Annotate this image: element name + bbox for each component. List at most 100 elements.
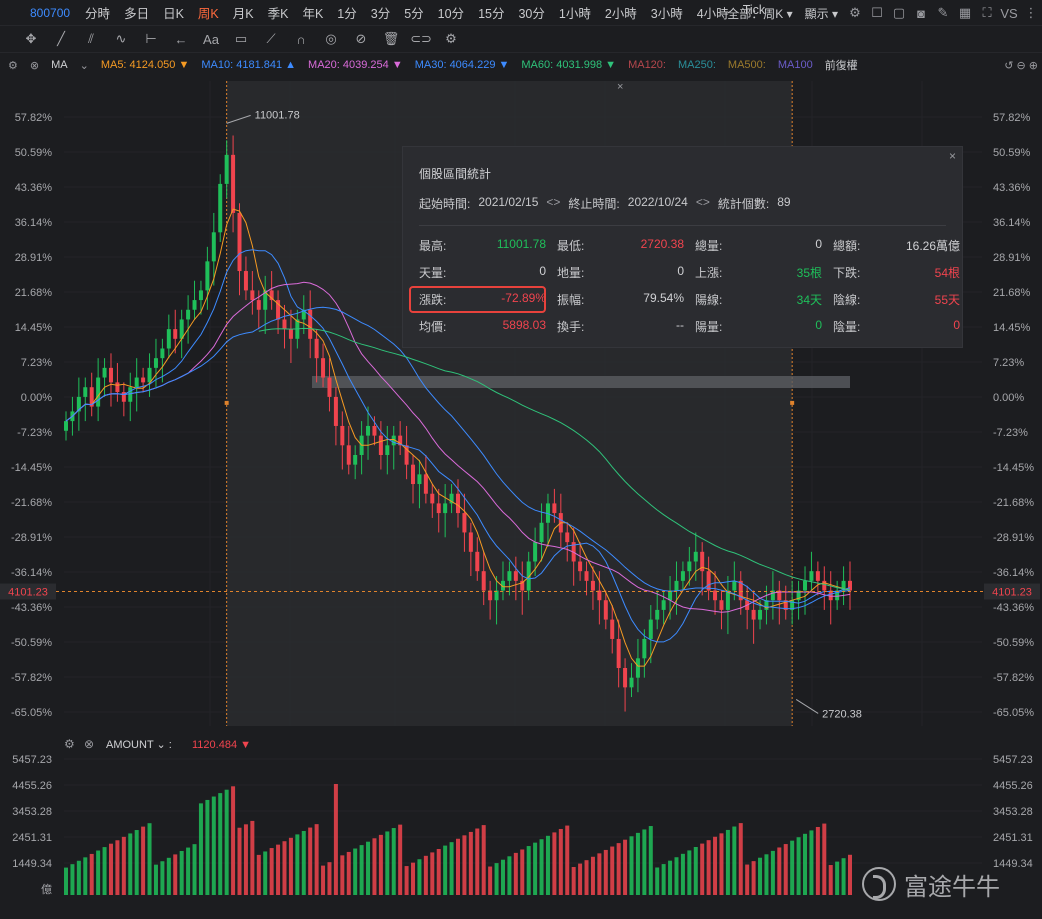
fullscreen-icon[interactable]: ⛶ — [976, 5, 998, 21]
volume-bar — [282, 841, 287, 895]
ruler-icon[interactable]: ⟋ — [260, 31, 282, 47]
channel-tool-icon[interactable]: ⫽ — [80, 31, 102, 47]
ma-legend-item[interactable]: MA20: 4039.254 ▼ — [308, 59, 403, 71]
checkbox-icon[interactable]: ☐ — [866, 5, 888, 21]
timeframe-tab[interactable]: 5分 — [397, 3, 430, 22]
chevron-down-icon[interactable]: ⌄ — [80, 59, 89, 72]
end-step-icon[interactable]: <> — [696, 195, 710, 212]
stock-code[interactable]: 800700 — [0, 6, 78, 20]
ma-legend-item[interactable]: MA100 — [778, 59, 813, 71]
ma-legend-item[interactable]: MA250: — [678, 59, 716, 71]
line-tool-icon[interactable]: ╱ — [50, 31, 72, 47]
camera-icon[interactable]: ◙ — [910, 6, 932, 21]
stat-label: 總量: — [695, 239, 723, 253]
start-step-icon[interactable]: <> — [546, 195, 560, 212]
volume-bar — [578, 863, 583, 895]
stat-value: 0 — [539, 264, 546, 278]
x-tick-label: 2022/04 — [494, 903, 534, 904]
x-tick-label: 12 — [916, 903, 928, 904]
candle-body — [629, 677, 634, 688]
volume-bar — [295, 834, 300, 895]
timeframe-tab[interactable]: 分時 — [78, 3, 117, 22]
timeframe-tab[interactable]: 月K — [226, 3, 261, 22]
display-select[interactable]: 顯示 ▾ — [799, 5, 844, 22]
hide-icon[interactable]: ⊘ — [350, 31, 372, 47]
stat-value: 5898.03 — [502, 318, 546, 332]
timeframe-tab[interactable]: 3分 — [364, 3, 397, 22]
volume-bar — [513, 852, 518, 895]
volume-bar — [719, 833, 724, 895]
start-value: 2021/02/15 — [478, 195, 539, 209]
link-icon[interactable]: ⊂⊃ — [410, 31, 432, 47]
reset-icon[interactable]: ↺ ⊖ ⊕ — [1004, 59, 1038, 72]
timeframe-tab[interactable]: 年K — [295, 3, 330, 22]
timeframe-tab[interactable]: 15分 — [471, 3, 511, 22]
trash-icon[interactable]: 🗑 — [380, 31, 402, 47]
gear-icon[interactable]: ⚙ — [8, 59, 18, 72]
volume-bar — [635, 832, 640, 895]
y-tick-label-right: -14.45% — [993, 462, 1034, 474]
timeframe-tab[interactable]: 日K — [156, 3, 191, 22]
candle-body — [693, 551, 698, 562]
volume-bar — [745, 864, 750, 895]
volume-y-tick: 4455.26 — [12, 780, 52, 792]
y-tick-label: 50.59% — [15, 147, 53, 159]
close-icon[interactable]: ⊗ — [30, 59, 39, 72]
y-tick-label-right: 57.82% — [993, 112, 1031, 124]
volume-bar — [500, 859, 505, 895]
stat-label: 天量: — [419, 266, 447, 280]
timeframe-tab[interactable]: 多日 — [117, 3, 156, 22]
y-tick-label-right: 14.45% — [993, 322, 1031, 334]
arrow-tool-icon[interactable]: ← — [170, 32, 192, 47]
comment-tool-icon[interactable]: ▭ — [230, 31, 252, 47]
candle-body — [327, 377, 332, 397]
volume-bar — [198, 803, 203, 895]
ma-legend-item[interactable]: MA10: 4181.841 ▲ — [201, 59, 296, 71]
timeframe-tab[interactable]: 3小時 — [644, 3, 690, 22]
end-label: 終止時間: — [568, 197, 620, 211]
timeframe-tab[interactable]: 周K — [191, 3, 226, 22]
eye-icon[interactable]: ◎ — [320, 31, 342, 47]
volume-bar — [250, 820, 255, 895]
vs-icon[interactable]: VS — [998, 6, 1020, 21]
text-tool-icon[interactable]: Aa — [200, 32, 222, 47]
y-tick-label: -28.91% — [11, 532, 52, 544]
candle-body — [815, 571, 820, 581]
grid-icon[interactable]: ▦ — [954, 5, 976, 21]
timeframe-tab[interactable]: 30分 — [511, 3, 551, 22]
candle-body — [134, 377, 139, 388]
volume-bar — [102, 847, 107, 895]
measure-tool-icon[interactable]: ⊢ — [140, 31, 162, 47]
timeframe-tab[interactable]: 1分 — [330, 3, 363, 22]
timeframe-tab[interactable]: 2小時 — [598, 3, 644, 22]
settings-icon[interactable]: ⚙ — [440, 31, 462, 47]
high-label: 11001.78 — [255, 109, 300, 121]
candle-body — [732, 580, 737, 591]
wave-tool-icon[interactable]: ∿ — [110, 31, 132, 47]
magnet-icon[interactable]: ∩ — [290, 32, 312, 47]
move-icon[interactable]: ✥ — [20, 31, 42, 47]
pencil-icon[interactable]: ✎ — [932, 5, 954, 21]
candle-body — [687, 561, 692, 572]
ma-legend-item[interactable]: MA60: 4031.998 ▼ — [521, 59, 616, 71]
timeframe-tab[interactable]: 10分 — [431, 3, 471, 22]
ma-legend-item[interactable]: MA500: — [728, 59, 766, 71]
adjust-label[interactable]: 前復權 — [825, 57, 858, 73]
candle-body — [385, 445, 390, 455]
range-select[interactable]: 全部：周K ▾ — [721, 5, 798, 22]
volume-bar — [590, 856, 595, 895]
square-icon[interactable]: ▢ — [888, 5, 910, 21]
ma-legend-item[interactable]: MA30: 4064.229 ▼ — [415, 59, 510, 71]
candle-body — [231, 154, 236, 213]
y-tick-label: -36.14% — [11, 567, 52, 579]
ma-legend-item[interactable]: MA120: — [628, 59, 666, 71]
volume-bar — [828, 865, 833, 895]
ma-indicator-label[interactable]: MA — [51, 59, 68, 71]
gear-icon[interactable]: ⚙ — [844, 5, 866, 21]
volume-y-tick: 2451.31 — [12, 832, 52, 844]
timeframe-tab[interactable]: 季K — [261, 3, 296, 22]
more-icon[interactable]: ⋮ — [1020, 5, 1042, 21]
close-icon[interactable]: × — [949, 149, 956, 163]
timeframe-tab[interactable]: 1小時 — [552, 3, 598, 22]
ma-legend-item[interactable]: MA5: 4124.050 ▼ — [101, 59, 190, 71]
